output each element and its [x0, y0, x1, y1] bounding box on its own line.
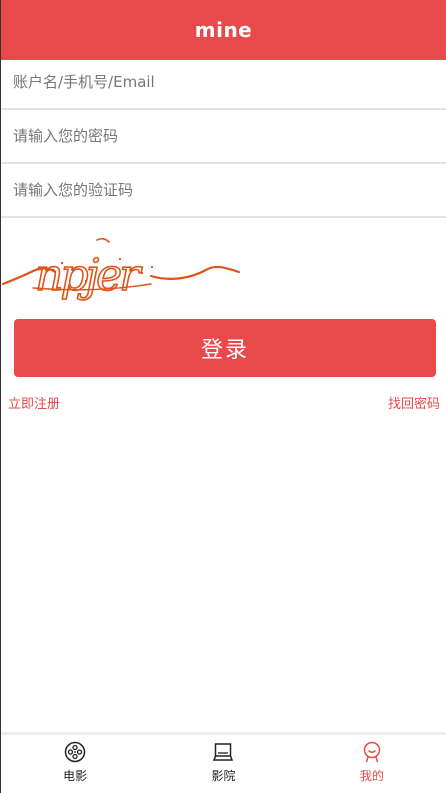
cinema-icon	[213, 743, 234, 761]
tab-cinemas[interactable]: 影院	[149, 735, 297, 793]
captcha-input[interactable]	[1, 164, 446, 216]
tab-mine[interactable]: 我的	[298, 735, 446, 793]
tab-label: 影院	[211, 769, 236, 783]
user-icon	[363, 741, 381, 763]
tab-label: 电影	[63, 769, 88, 783]
password-field-row	[1, 110, 446, 164]
account-input[interactable]	[1, 56, 446, 108]
tab-label: 我的	[359, 769, 384, 783]
captcha-image[interactable]: npjer	[1, 232, 241, 302]
bottom-tab-bar: 电影 影院 我的	[1, 732, 446, 793]
password-input[interactable]	[1, 110, 446, 162]
page-title: mine	[194, 18, 253, 42]
forgot-password-link[interactable]: 找回密码	[388, 393, 440, 412]
register-link[interactable]: 立即注册	[8, 393, 60, 412]
captcha-text: npjer	[35, 250, 143, 301]
app-header: mine	[1, 0, 446, 60]
login-button[interactable]: 登录	[14, 319, 436, 377]
tab-movies[interactable]: 电影	[1, 735, 149, 793]
captcha-field-row	[1, 164, 446, 218]
account-field-row	[1, 56, 446, 110]
film-reel-icon	[64, 741, 86, 763]
